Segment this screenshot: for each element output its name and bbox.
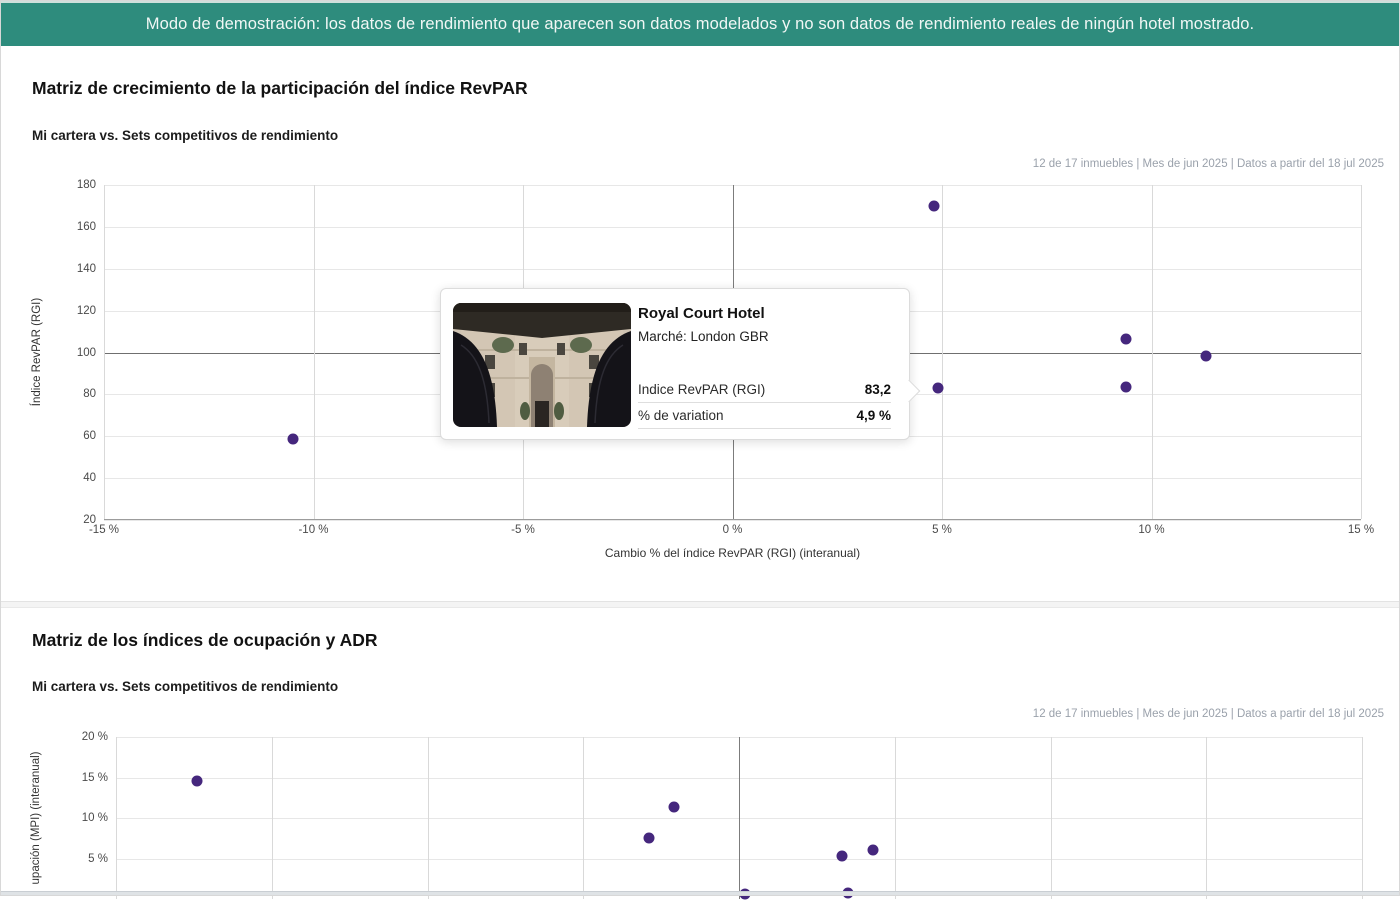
y-axis-tick-label: 180 bbox=[77, 179, 96, 191]
tooltip-rgi-label: Indice RevPAR (RGI) bbox=[638, 382, 765, 397]
x-gridline bbox=[1206, 737, 1207, 899]
x-gridline bbox=[428, 737, 429, 899]
scatter-point[interactable] bbox=[1121, 333, 1132, 344]
tooltip-row-rgi: Indice RevPAR (RGI) 83,2 bbox=[638, 377, 891, 403]
y-axis-tick-label: 160 bbox=[77, 221, 96, 233]
viewport-bottom-strip bbox=[0, 891, 1400, 896]
tooltip-variation-value: 4,9 % bbox=[856, 408, 891, 423]
x-axis-tick-label: 5 % bbox=[932, 524, 952, 536]
x-axis-tick-label: 15 % bbox=[1348, 524, 1374, 536]
y-gridline bbox=[104, 520, 1361, 521]
tooltip-rgi-value: 83,2 bbox=[865, 382, 891, 397]
hotel-photo-illustration bbox=[453, 303, 631, 427]
hotel-tooltip: Royal Court Hotel Marché: London GBR Ind… bbox=[440, 288, 910, 440]
x-gridline bbox=[1051, 737, 1052, 899]
x-gridline bbox=[583, 737, 584, 899]
x-axis-tick-label: -5 % bbox=[511, 524, 535, 536]
x-gridline bbox=[942, 185, 943, 519]
chart1-x-axis-label: Cambio % del índice RevPAR (RGI) (intera… bbox=[104, 546, 1361, 560]
y-axis-tick-label: 20 % bbox=[82, 731, 108, 743]
y-axis-tick-label: 120 bbox=[77, 305, 96, 317]
scatter-point[interactable] bbox=[191, 775, 202, 786]
tooltip-row-variation: % de variation 4,9 % bbox=[638, 403, 891, 429]
chart1-meta: 12 de 17 inmuebles | Mes de jun 2025 | D… bbox=[1033, 158, 1384, 170]
demo-mode-banner-text: Modo de demostración: los datos de rendi… bbox=[146, 15, 1254, 34]
x-gridline bbox=[1362, 737, 1363, 899]
x-gridline bbox=[1361, 185, 1362, 519]
x-axis-tick-label: 0 % bbox=[723, 524, 743, 536]
x-gridline bbox=[314, 185, 315, 519]
x-axis-tick-label: -15 % bbox=[89, 524, 119, 536]
x-gridline bbox=[272, 737, 273, 899]
chart2-title: Matriz de los índices de ocupación y ADR bbox=[32, 630, 378, 651]
x-axis-tick-label: -10 % bbox=[298, 524, 328, 536]
y-axis-tick-label: 60 bbox=[83, 430, 96, 442]
x-axis-tick-label: 10 % bbox=[1138, 524, 1164, 536]
scatter-point[interactable] bbox=[668, 802, 679, 813]
zero-reference-line bbox=[739, 737, 740, 899]
chart1-subtitle: Mi cartera vs. Sets competitivos de rend… bbox=[32, 128, 338, 143]
tooltip-variation-label: % de variation bbox=[638, 408, 724, 423]
occupancy-adr-scatter-plot: 20 %15 %10 %5 % bbox=[116, 737, 1362, 899]
y-axis-tick-label: 140 bbox=[77, 263, 96, 275]
hotel-photo bbox=[453, 303, 631, 427]
y-axis-tick-label: 5 % bbox=[88, 853, 108, 865]
chart2-y-axis-label: upación (MPI) (interanual) bbox=[30, 752, 42, 885]
scatter-point[interactable] bbox=[867, 844, 878, 855]
scatter-point[interactable] bbox=[928, 201, 939, 212]
tooltip-metrics: Indice RevPAR (RGI) 83,2 % de variation … bbox=[638, 377, 891, 429]
demo-mode-banner: Modo de demostración: los datos de rendi… bbox=[0, 0, 1400, 46]
x-gridline bbox=[104, 185, 105, 519]
scatter-point[interactable] bbox=[287, 434, 298, 445]
scatter-point-highlighted[interactable] bbox=[932, 382, 943, 393]
y-axis-tick-label: 80 bbox=[83, 388, 96, 400]
tooltip-hotel-name: Royal Court Hotel bbox=[638, 305, 765, 322]
scatter-point[interactable] bbox=[1200, 351, 1211, 362]
y-axis-tick-label: 40 bbox=[83, 472, 96, 484]
y-axis-tick-label: 100 bbox=[77, 347, 96, 359]
x-gridline bbox=[1152, 185, 1153, 519]
x-gridline bbox=[116, 737, 117, 899]
tooltip-market: Marché: London GBR bbox=[638, 329, 769, 344]
scatter-point[interactable] bbox=[1121, 382, 1132, 393]
y-axis-tick-label: 15 % bbox=[82, 772, 108, 784]
chart1-title: Matriz de crecimiento de la participació… bbox=[32, 78, 528, 99]
section-divider bbox=[0, 601, 1400, 608]
x-gridline bbox=[895, 737, 896, 899]
chart2-subtitle: Mi cartera vs. Sets competitivos de rend… bbox=[32, 679, 338, 694]
scatter-point[interactable] bbox=[643, 833, 654, 844]
chart1-y-axis-label: Índice RevPAR (RGI) bbox=[31, 298, 43, 406]
y-axis-tick-label: 10 % bbox=[82, 812, 108, 824]
scatter-point[interactable] bbox=[836, 851, 847, 862]
chart2-meta: 12 de 17 inmuebles | Mes de jun 2025 | D… bbox=[1033, 708, 1384, 720]
